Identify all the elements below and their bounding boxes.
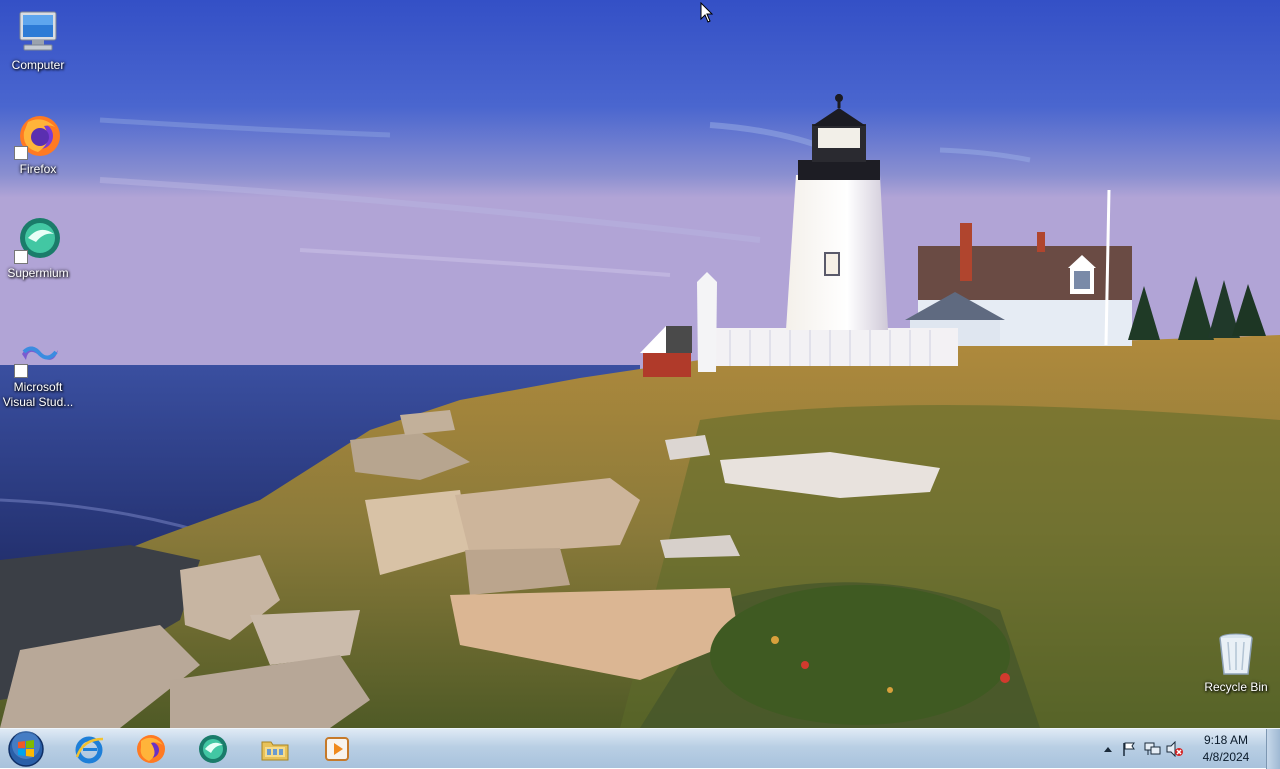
taskbar-media-player-button[interactable]	[313, 731, 361, 767]
desktop-icon-firefox[interactable]: Firefox	[0, 112, 76, 177]
internet-explorer-icon	[75, 736, 104, 764]
taskbar: 9:18 AM 4/8/2024	[0, 728, 1280, 769]
desktop-icon-supermium[interactable]: Supermium	[0, 216, 76, 281]
taskbar-internet-explorer-button[interactable]	[65, 731, 113, 767]
computer-icon	[14, 8, 62, 56]
firefox-icon	[14, 112, 62, 160]
desktop-icon-label: Supermium	[7, 266, 69, 280]
show-desktop-button[interactable]	[1266, 729, 1280, 769]
supermium-icon	[199, 735, 227, 763]
shortcut-arrow-icon	[14, 364, 28, 378]
desktop-icon-computer[interactable]: Computer	[0, 8, 76, 73]
clock[interactable]: 9:18 AM 4/8/2024	[1191, 732, 1261, 766]
shortcut-arrow-icon	[14, 146, 28, 160]
taskbar-supermium-button[interactable]	[189, 731, 237, 767]
supermium-icon	[14, 216, 62, 264]
network-icon[interactable]	[1144, 741, 1162, 757]
show-hidden-icons-chevron[interactable]	[1103, 745, 1113, 753]
wallpaper-lighthouse	[0, 0, 1280, 728]
start-button[interactable]	[4, 731, 48, 767]
desktop-icon-visual-studio[interactable]: Microsoft Visual Stud...	[0, 330, 76, 410]
desktop-icon-label: Computer	[11, 58, 65, 72]
firefox-icon	[137, 735, 165, 763]
desktop-icon-recycle-bin[interactable]: Recycle Bin	[1198, 630, 1274, 695]
windows-logo-icon	[8, 731, 44, 767]
desktop-icon-label: Microsoft Visual Stud...	[2, 380, 74, 409]
action-center-flag-icon[interactable]	[1121, 741, 1137, 757]
desktop-icon-label: Firefox	[19, 162, 57, 176]
clock-time: 9:18 AM	[1203, 733, 1249, 747]
taskbar-firefox-button[interactable]	[127, 731, 175, 767]
taskbar-file-explorer-button[interactable]	[251, 731, 299, 767]
desktop[interactable]: Computer Firefox Supermium Microsoft Vis…	[0, 0, 1280, 728]
system-tray: 9:18 AM 4/8/2024	[1095, 729, 1280, 769]
mouse-cursor-icon	[700, 2, 714, 23]
desktop-icon-label: Recycle Bin	[1204, 680, 1268, 694]
volume-muted-icon[interactable]	[1166, 741, 1184, 757]
visual-studio-icon	[14, 330, 62, 378]
media-player-icon	[325, 737, 349, 761]
shortcut-arrow-icon	[14, 250, 28, 264]
file-explorer-icon	[261, 741, 289, 761]
recycle-bin-icon	[1212, 630, 1260, 678]
clock-date: 4/8/2024	[1202, 750, 1250, 764]
